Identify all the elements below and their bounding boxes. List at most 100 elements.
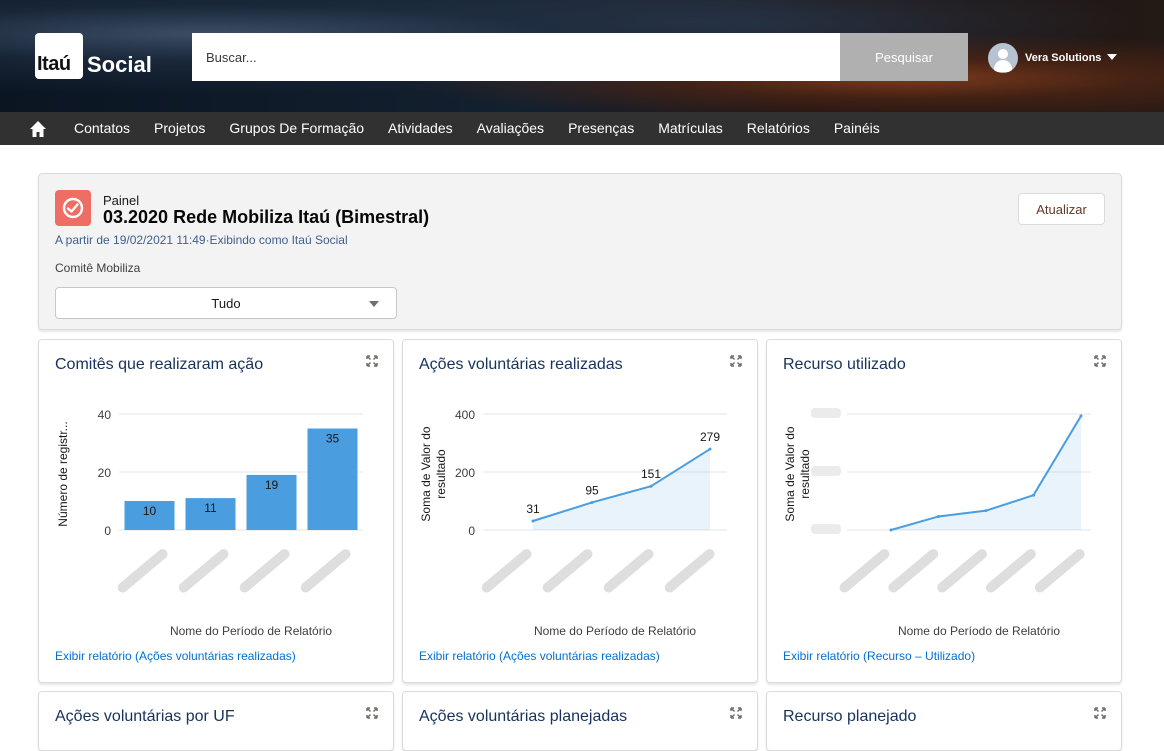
user-name: Vera Solutions	[1025, 52, 1102, 64]
x-tick-label-blurred	[1034, 549, 1085, 593]
y-tick-label-blurred	[811, 408, 841, 418]
y-tick-label-blurred	[811, 524, 841, 534]
x-axis-label: Nome do Período de Relatório	[898, 624, 1060, 638]
x-tick-label-blurred	[542, 549, 593, 593]
page-title: 03.2020 Rede Mobiliza Itaú (Bimestral)	[103, 207, 430, 227]
expand-icon[interactable]	[366, 355, 378, 367]
data-label: 95	[585, 483, 599, 497]
nav-item-contatos[interactable]: Contatos	[62, 112, 142, 145]
x-axis-label: Nome do Período de Relatório	[534, 624, 696, 638]
dashboard-meta: A partir de 19/02/2021 11:49·Exibindo co…	[55, 233, 348, 247]
expand-icon[interactable]	[730, 355, 742, 367]
bar-data-label: 19	[265, 478, 279, 492]
x-tick-label-blurred	[888, 549, 939, 593]
series-area	[891, 415, 1081, 530]
nav-item-atividades[interactable]: Atividades	[376, 112, 465, 145]
data-label: 151	[641, 467, 661, 481]
widget-recurso-planejado: Recurso planejado	[766, 691, 1122, 751]
home-icon[interactable]	[29, 120, 47, 138]
widget-title: Ações voluntárias planejadas	[419, 708, 628, 725]
x-tick-label-blur-rect	[239, 549, 290, 593]
widget-acoes-por-uf: Ações voluntárias por UF	[38, 691, 394, 751]
bar-data-label: 10	[143, 504, 157, 518]
nav-item-grupos-de-formacao[interactable]: Grupos De Formação	[217, 112, 376, 145]
logo-social-text: Social	[87, 52, 152, 77]
series-area	[533, 449, 710, 530]
view-report-link[interactable]: Exibir relatório (Ações voluntárias real…	[55, 649, 296, 663]
data-point	[649, 484, 653, 488]
nav-item-presencas[interactable]: Presenças	[556, 112, 646, 145]
x-tick-label-blur-rect	[1034, 549, 1085, 593]
view-report-link[interactable]: Exibir relatório (Ações voluntárias real…	[419, 649, 660, 663]
y-axis-label: resultado	[434, 449, 448, 499]
main-nav: Contatos Projetos Grupos De Formação Ati…	[0, 112, 1164, 145]
widget-recurso-utilizado: Recurso utilizado Soma de Valor do result…	[766, 339, 1122, 683]
expand-icon[interactable]	[1094, 355, 1106, 367]
x-tick-label-blurred	[481, 549, 532, 593]
widget-comites: Comitês que realizaram ação 40 20 0 10 11 19 3…	[38, 339, 394, 683]
chart-recurso-utilizado: Soma de Valor do resultado Nome do Período…	[783, 408, 1091, 638]
x-tick-label-blur-rect	[985, 549, 1036, 593]
data-label: 279	[700, 430, 720, 444]
x-axis-label: Nome do Período de Relatório	[170, 624, 332, 638]
y-tick-label: 200	[455, 466, 475, 480]
data-point	[1079, 414, 1083, 418]
y-axis-label: Soma de Valor do	[783, 426, 797, 521]
expand-icon[interactable]	[1094, 707, 1106, 719]
x-tick-label-blur-rect	[300, 549, 351, 593]
x-tick-label-blurred	[937, 549, 988, 593]
x-tick-label-blurred	[300, 549, 351, 593]
x-tick-label-blurred	[117, 549, 168, 593]
data-point	[708, 447, 712, 451]
y-tick-label-blurred	[811, 466, 841, 476]
nav-item-relatorios[interactable]: Relatórios	[735, 112, 822, 145]
filter-select[interactable]: Tudo	[55, 287, 397, 319]
header-banner: Itaú Social Pesquisar Vera Solutions	[0, 0, 1164, 112]
search-input[interactable]	[192, 33, 840, 81]
user-menu[interactable]: Vera Solutions	[988, 43, 1118, 73]
x-tick-label-blurred	[239, 549, 290, 593]
data-point	[590, 500, 594, 504]
search-button[interactable]: Pesquisar	[840, 33, 968, 81]
chevron-down-icon	[1107, 54, 1118, 60]
refresh-button[interactable]: Atualizar	[1018, 193, 1105, 225]
x-tick-label-blur-rect	[542, 549, 593, 593]
logo-itau-text: Itaú	[37, 53, 71, 75]
x-tick-label-blur-rect	[178, 549, 229, 593]
x-tick-label-blur-rect	[664, 549, 715, 593]
bar-data-label: 35	[326, 432, 340, 446]
data-point	[984, 509, 988, 513]
widget-acoes-planejadas: Ações voluntárias planejadas	[402, 691, 758, 751]
nav-item-paineis[interactable]: Painéis	[822, 112, 892, 145]
widget-title: Recurso utilizado	[783, 356, 906, 373]
data-label: 31	[526, 502, 540, 516]
dashboard-eyebrow: Painel	[103, 193, 140, 208]
x-tick-label-blur-rect	[839, 549, 890, 593]
expand-icon[interactable]	[730, 707, 742, 719]
nav-item-projetos[interactable]: Projetos	[142, 112, 217, 145]
data-point	[889, 528, 893, 532]
x-tick-label-blur-rect	[603, 549, 654, 593]
x-tick-label-blur-rect	[937, 549, 988, 593]
widget-title: Comitês que realizaram ação	[55, 356, 264, 373]
nav-item-matriculas[interactable]: Matrículas	[646, 112, 735, 145]
itau-social-logo[interactable]: Itaú Social	[35, 33, 152, 79]
data-point	[937, 514, 940, 518]
data-point	[531, 519, 535, 523]
x-tick-label-blurred	[603, 549, 654, 593]
filter-value: Tudo	[211, 296, 241, 311]
x-tick-label-blurred	[664, 549, 715, 593]
y-axis-label: resultado	[798, 449, 812, 499]
chart-acoes-realizadas: 400 200 0 31 95 151 279 Soma de Valor do resulta…	[419, 408, 727, 638]
x-tick-label-blurred	[178, 549, 229, 593]
y-axis-label: Soma de Valor do	[419, 426, 433, 521]
widget-title: Ações voluntárias por UF	[55, 708, 235, 725]
dashboard-icon	[55, 190, 91, 226]
y-tick-label: 400	[455, 408, 475, 422]
dashboard-header: Painel 03.2020 Rede Mobiliza Itaú (Bimes…	[38, 173, 1122, 330]
view-report-link[interactable]: Exibir relatório (Recurso – Utilizado)	[783, 649, 975, 663]
expand-icon[interactable]	[366, 707, 378, 719]
data-point	[1032, 493, 1035, 497]
widget-title: Ações voluntárias realizadas	[419, 356, 623, 373]
nav-item-avaliacoes[interactable]: Avaliações	[465, 112, 556, 145]
